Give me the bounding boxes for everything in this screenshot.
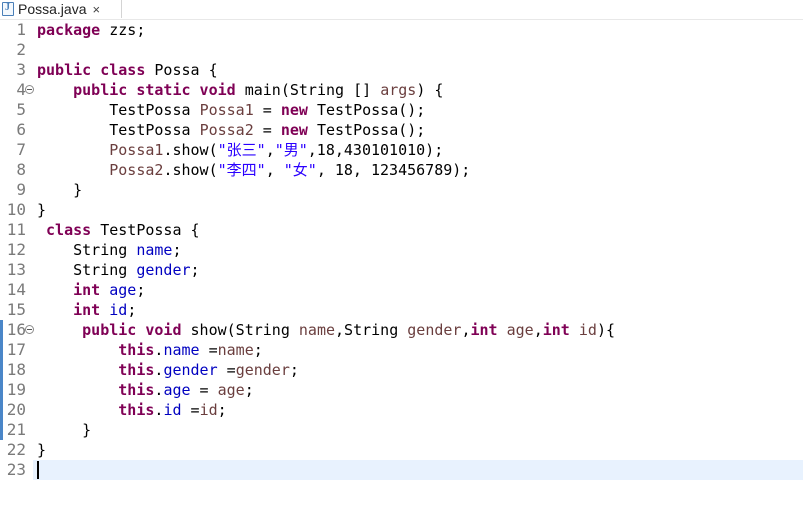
line-number: 20 [6, 400, 26, 419]
code-line[interactable]: 16 public void show(String name,String g… [0, 320, 803, 340]
close-icon[interactable]: × [92, 2, 100, 17]
code-text: this.name =name; [118, 341, 263, 359]
line-number: 16 [6, 320, 26, 339]
java-file-icon [2, 2, 14, 16]
code-text: } [37, 201, 47, 219]
tab-title: Possa.java [18, 1, 87, 17]
line-number: 10 [6, 200, 26, 219]
code-text: this.gender =gender; [118, 361, 299, 379]
line-number: 23 [6, 460, 26, 479]
code-text: public void show(String name,String gend… [82, 321, 615, 339]
line-number: 8 [16, 160, 26, 179]
current-line-highlight [33, 460, 803, 480]
line-number: 18 [6, 360, 26, 379]
code-line[interactable]: 21 } [0, 420, 803, 440]
code-line[interactable]: 2 [0, 40, 803, 60]
line-number: 19 [6, 380, 26, 399]
tab-possa-java[interactable]: Possa.java × [0, 0, 122, 18]
line-number: 22 [6, 440, 26, 459]
code-line[interactable]: 10} [0, 200, 803, 220]
code-line[interactable]: 18 this.gender =gender; [0, 360, 803, 380]
code-line[interactable]: 12 String name; [0, 240, 803, 260]
code-line[interactable]: 5 TestPossa Possa1 = new TestPossa(); [0, 100, 803, 120]
code-text: this.age = age; [118, 381, 254, 399]
code-line[interactable]: 1 package zzs; [0, 20, 803, 40]
code-line[interactable]: 13 String gender; [0, 260, 803, 280]
fold-collapse-icon[interactable] [25, 85, 34, 94]
code-text: Possa2.show("李四", "女", 18, 123456789); [109, 161, 471, 179]
line-number: 17 [6, 340, 26, 359]
code-editor[interactable]: 1 package zzs; 2 3 public class Possa {4 pub… [0, 20, 803, 505]
code-line[interactable]: 23 [0, 460, 803, 480]
line-number: 15 [6, 300, 26, 319]
code-text: int id; [73, 301, 137, 319]
code-line[interactable]: 22} [0, 440, 803, 460]
code-line[interactable]: 4 public static void main(String [] args… [0, 80, 803, 100]
code-text: } [37, 181, 83, 199]
line-number: 2 [16, 40, 26, 59]
code-text: String name; [37, 241, 182, 259]
line-number: 14 [6, 280, 26, 299]
code-text: public class Possa { [37, 61, 218, 79]
editor-tab-bar: Possa.java × [0, 0, 803, 20]
line-number: 5 [16, 100, 26, 119]
code-text: package zzs; [37, 21, 146, 39]
line-number: 13 [6, 260, 26, 279]
code-line[interactable]: 11 class TestPossa { [0, 220, 803, 240]
code-line[interactable]: 17 this.name =name; [0, 340, 803, 360]
code-text: int age; [73, 281, 146, 299]
code-line[interactable]: 7 Possa1.show("张三","男",18,430101010); [0, 140, 803, 160]
fold-collapse-icon[interactable] [25, 325, 34, 334]
text-caret [37, 461, 39, 479]
code-text: TestPossa Possa1 = new TestPossa(); [37, 101, 426, 119]
code-text: String gender; [37, 261, 200, 279]
line-number: 21 [6, 420, 26, 439]
line-number: 4 [16, 80, 26, 99]
line-number: 3 [16, 60, 26, 79]
code-line[interactable]: 9 } [0, 180, 803, 200]
code-line[interactable]: 3 public class Possa { [0, 60, 803, 80]
code-line[interactable]: 20 this.id =id; [0, 400, 803, 420]
line-number: 9 [16, 180, 26, 199]
code-text: } [37, 421, 92, 439]
code-text: class TestPossa { [46, 221, 200, 239]
line-number: 7 [16, 140, 26, 159]
code-line[interactable]: 6 TestPossa Possa2 = new TestPossa(); [0, 120, 803, 140]
code-text: this.id =id; [118, 401, 227, 419]
line-number: 6 [16, 120, 26, 139]
code-line[interactable]: 19 this.age = age; [0, 380, 803, 400]
line-number: 12 [6, 240, 26, 259]
code-text: Possa1.show("张三","男",18,430101010); [109, 141, 444, 159]
code-text: TestPossa Possa2 = new TestPossa(); [37, 121, 426, 139]
code-line[interactable]: 15 int id; [0, 300, 803, 320]
code-text: } [37, 441, 47, 459]
code-line[interactable]: 8 Possa2.show("李四", "女", 18, 123456789); [0, 160, 803, 180]
code-text: public static void main(String [] args) … [73, 81, 444, 99]
code-line[interactable]: 14 int age; [0, 280, 803, 300]
line-number: 11 [6, 220, 26, 239]
line-number: 1 [16, 20, 26, 39]
